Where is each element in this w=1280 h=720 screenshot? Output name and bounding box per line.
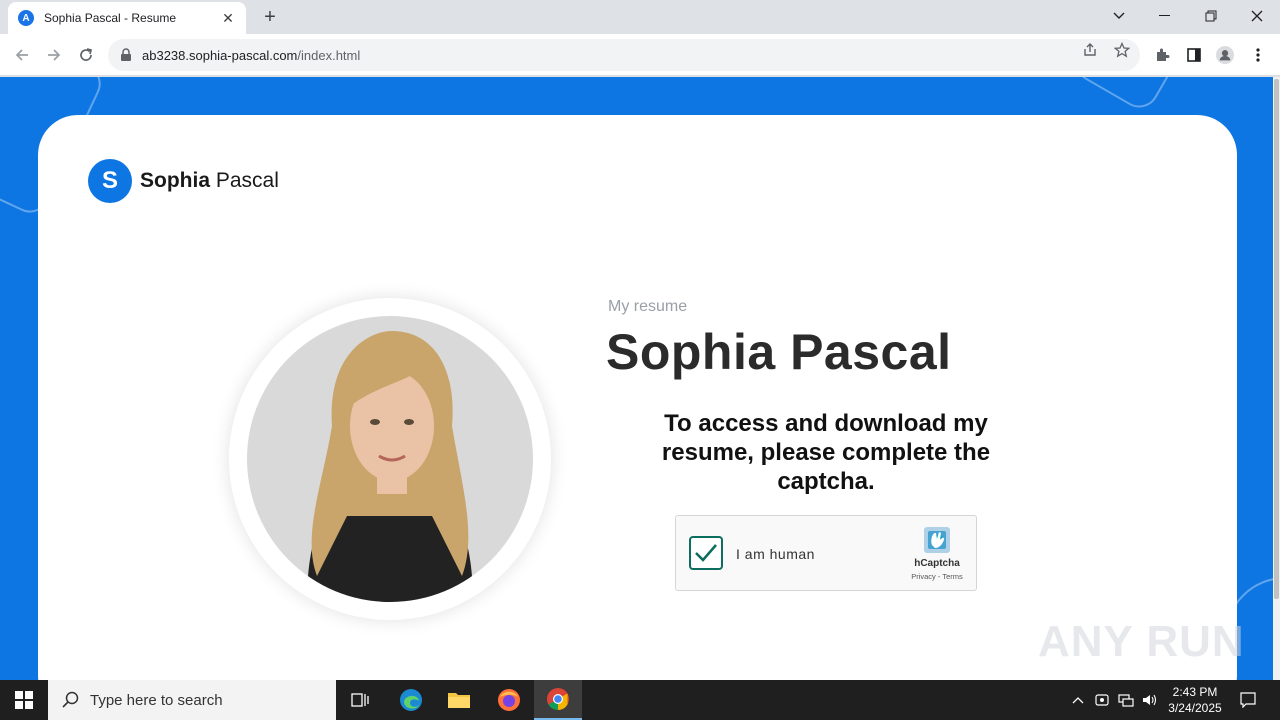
captcha-label: I am human xyxy=(736,546,815,562)
back-button[interactable] xyxy=(9,42,35,68)
site-logo[interactable]: S Sophia Pascal xyxy=(88,159,279,203)
lock-icon[interactable] xyxy=(120,48,132,62)
minimize-button[interactable] xyxy=(1143,2,1187,30)
resume-eyebrow: My resume xyxy=(608,298,688,315)
side-panel-icon[interactable] xyxy=(1185,46,1203,64)
captcha-instructions: To access and download my resume, please… xyxy=(661,410,991,495)
meet-now-icon[interactable] xyxy=(1092,680,1112,720)
task-view-button[interactable] xyxy=(336,680,384,720)
background-decoration xyxy=(1068,77,1182,115)
browser-toolbar: ab3238.sophia-pascal.com/index.html xyxy=(0,34,1280,76)
browser-tab[interactable]: A Sophia Pascal - Resume ✕ xyxy=(8,2,246,34)
hcaptcha-logo-icon[interactable] xyxy=(920,523,954,557)
hcaptcha-links[interactable]: Privacy - Terms xyxy=(902,572,972,581)
folder-icon xyxy=(448,693,470,708)
profile-photo-frame xyxy=(229,298,551,620)
url-text[interactable]: ab3238.sophia-pascal.com/index.html xyxy=(142,48,360,63)
volume-icon[interactable] xyxy=(1140,680,1160,720)
hcaptcha-brand: hCaptcha xyxy=(914,558,960,569)
menu-icon[interactable] xyxy=(1249,46,1267,64)
new-tab-button[interactable]: + xyxy=(258,5,282,29)
tab-close-icon[interactable]: ✕ xyxy=(220,10,236,27)
page-viewport: S Sophia Pascal My resume Sophia Pascal … xyxy=(0,77,1273,680)
scrollbar-thumb[interactable] xyxy=(1274,79,1279,599)
captcha-checkbox[interactable] xyxy=(689,536,723,570)
content-card: S Sophia Pascal My resume Sophia Pascal … xyxy=(38,115,1237,680)
address-bar[interactable]: ab3238.sophia-pascal.com/index.html xyxy=(108,39,1140,71)
firefox-icon xyxy=(498,689,520,711)
close-window-button[interactable] xyxy=(1235,2,1279,30)
edge-taskbar-button[interactable] xyxy=(387,680,435,720)
logo-text: Sophia Pascal xyxy=(140,169,279,192)
page-title: Sophia Pascal xyxy=(606,324,952,380)
taskbar-clock[interactable]: 2:43 PM 3/24/2025 xyxy=(1160,684,1230,716)
reload-button[interactable] xyxy=(73,42,99,68)
tab-search-icon[interactable] xyxy=(1097,2,1141,30)
tab-strip: A Sophia Pascal - Resume ✕ + xyxy=(0,0,1280,34)
firefox-taskbar-button[interactable] xyxy=(485,680,533,720)
tab-favicon-icon: A xyxy=(18,10,34,26)
chrome-icon xyxy=(547,688,569,710)
search-placeholder: Type here to search xyxy=(90,691,223,709)
share-icon[interactable] xyxy=(1082,42,1098,58)
checkmark-icon xyxy=(695,544,717,562)
forward-button[interactable] xyxy=(41,42,67,68)
tray-overflow-icon[interactable] xyxy=(1068,680,1088,720)
windows-logo-icon xyxy=(15,691,33,709)
profile-photo xyxy=(247,316,533,602)
hcaptcha-widget: I am human hCaptcha Privacy - Terms xyxy=(675,515,977,591)
page-scrollbar[interactable] xyxy=(1273,77,1280,680)
file-explorer-taskbar-button[interactable] xyxy=(435,680,483,720)
chrome-taskbar-button[interactable] xyxy=(534,680,582,720)
search-icon xyxy=(62,691,79,708)
network-icon[interactable] xyxy=(1116,680,1136,720)
logo-mark: S xyxy=(88,159,132,203)
taskbar-search-box[interactable]: Type here to search xyxy=(48,680,336,720)
anyrun-watermark: ANY RUN xyxy=(1038,617,1245,666)
notifications-icon[interactable] xyxy=(1236,680,1260,720)
start-button[interactable] xyxy=(0,680,48,720)
windows-taskbar: Type here to search 2:43 PM 3/24/2025 xyxy=(0,680,1280,720)
extensions-icon[interactable] xyxy=(1153,46,1171,64)
tab-title: Sophia Pascal - Resume xyxy=(44,11,177,25)
clock-time: 2:43 PM xyxy=(1172,685,1218,699)
profile-avatar-icon[interactable] xyxy=(1216,46,1234,64)
restore-button[interactable] xyxy=(1189,2,1233,30)
task-view-icon xyxy=(351,693,369,707)
bookmark-star-icon[interactable] xyxy=(1113,41,1131,58)
edge-icon xyxy=(400,689,422,711)
clock-date: 3/24/2025 xyxy=(1168,701,1222,715)
